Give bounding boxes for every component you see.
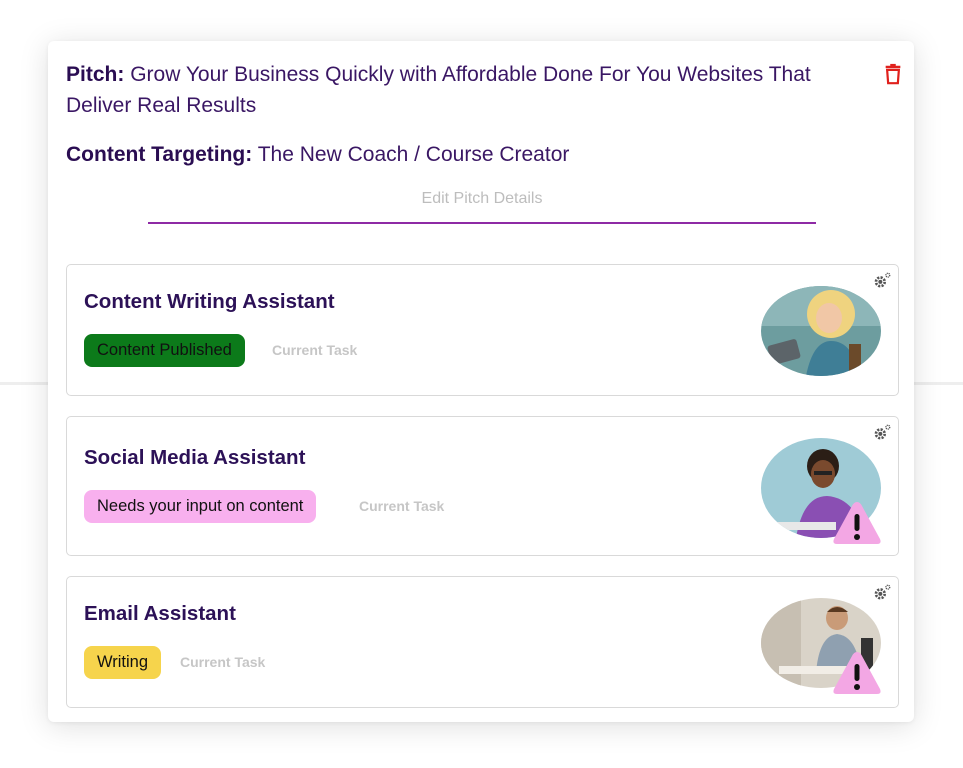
- current-task-label: Current Task: [359, 498, 445, 514]
- gear-icon[interactable]: [872, 423, 892, 443]
- edit-pitch-details-link[interactable]: Edit Pitch Details: [148, 190, 816, 208]
- warning-icon: [833, 652, 881, 694]
- assistant-card-email[interactable]: Email Assistant Writing Current Task: [66, 576, 899, 708]
- warning-icon: [833, 502, 881, 544]
- edit-pitch-underline: [148, 222, 816, 224]
- current-task-label: Current Task: [272, 342, 358, 358]
- trash-icon[interactable]: [882, 63, 904, 85]
- gear-icon[interactable]: [872, 271, 892, 291]
- status-badge: Content Published: [84, 334, 245, 367]
- current-task-label: Current Task: [180, 654, 266, 670]
- assistant-name: Social Media Assistant: [84, 446, 306, 469]
- assistant-name: Content Writing Assistant: [84, 290, 335, 313]
- assistant-card-content-writing[interactable]: Content Writing Assistant Content Publis…: [66, 264, 899, 396]
- targeting-label: Content Targeting:: [66, 143, 253, 166]
- assistant-name: Email Assistant: [84, 602, 236, 625]
- status-badge: Needs your input on content: [84, 490, 317, 523]
- background-divider-left: [0, 382, 48, 385]
- content-targeting: Content Targeting: The New Coach / Cours…: [66, 140, 569, 170]
- pitch-text: Pitch: Grow Your Business Quickly with A…: [66, 59, 866, 121]
- targeting-value: The New Coach / Course Creator: [257, 143, 570, 166]
- status-badge: Writing: [84, 646, 162, 679]
- gear-icon[interactable]: [872, 583, 892, 603]
- assistant-card-social-media[interactable]: Social Media Assistant Needs your input …: [66, 416, 899, 556]
- background-divider-right: [913, 382, 963, 385]
- pitch-panel: Pitch: Grow Your Business Quickly with A…: [48, 41, 914, 722]
- pitch-label: Pitch:: [66, 63, 125, 86]
- avatar: [761, 286, 881, 376]
- pitch-value: Grow Your Business Quickly with Affordab…: [66, 63, 811, 117]
